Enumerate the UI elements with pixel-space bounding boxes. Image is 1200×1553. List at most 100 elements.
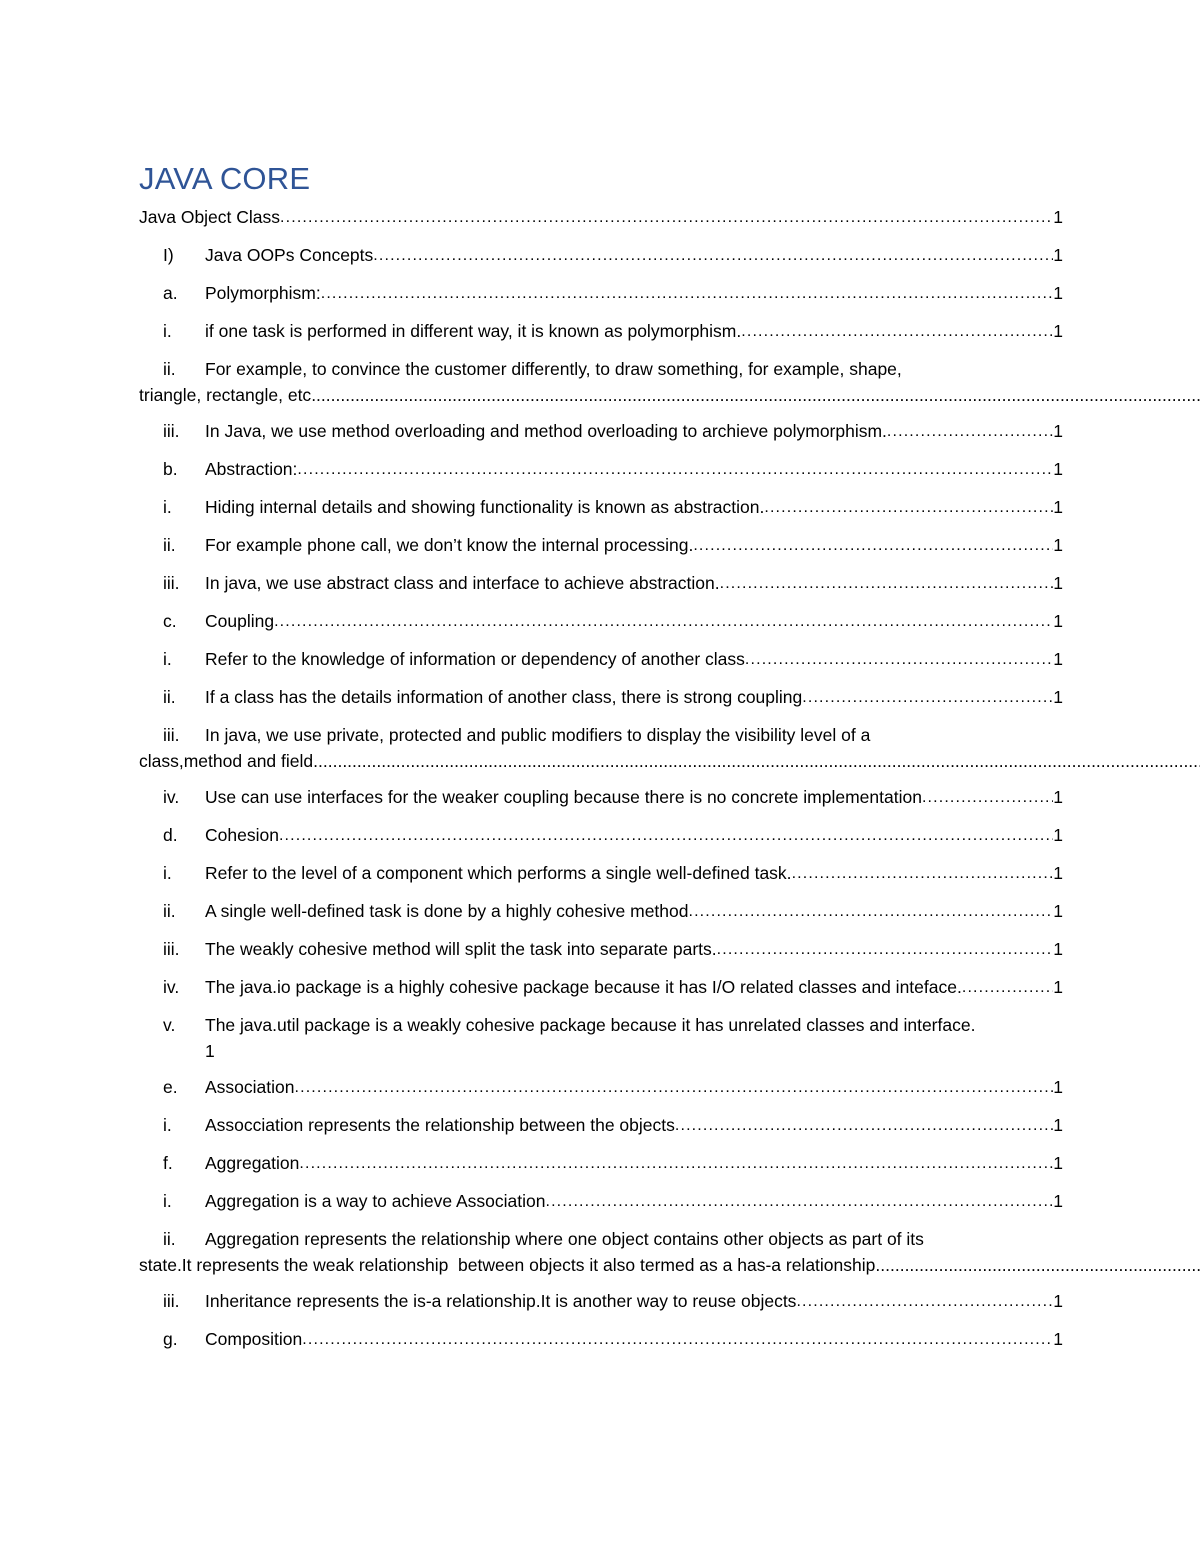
toc-entry[interactable]: iii. Inheritance represents the is-a rela… xyxy=(139,1288,1063,1316)
toc-entry-marker: i. xyxy=(163,1191,172,1211)
dot-leader: ........................................… xyxy=(791,865,1054,882)
toc-entry-line: iii. In Java, we use method overloading a… xyxy=(139,418,1063,446)
toc-entry-marker: e. xyxy=(163,1077,178,1097)
toc-page-number: 1 xyxy=(1053,1329,1063,1349)
toc-entry[interactable]: i. Refer to the knowledge of information … xyxy=(139,646,1063,674)
toc-entry[interactable]: a. Polymorphism:.........................… xyxy=(139,280,1063,308)
toc-entry-line: iii. Inheritance represents the is-a rela… xyxy=(139,1288,1063,1316)
dot-leader: ........................................… xyxy=(311,385,1200,405)
toc-entry-marker: a. xyxy=(163,283,178,303)
toc-page-number: 1 xyxy=(1053,573,1063,593)
toc-entry[interactable]: g. Composition...........................… xyxy=(139,1326,1063,1354)
toc-page-number: 1 xyxy=(1053,863,1063,883)
toc-entry[interactable]: ii. If a class has the details informatio… xyxy=(139,684,1063,712)
toc-page-number: 1 xyxy=(1053,939,1063,959)
toc-entry[interactable]: iv. Use can use interfaces for the weaker… xyxy=(139,784,1063,812)
toc-page-number: 1 xyxy=(1053,611,1063,631)
toc-entry-text: Aggregation xyxy=(205,1153,300,1173)
toc-entry-marker: i. xyxy=(163,321,172,341)
toc-entry[interactable]: iii. In Java, we use method overloading a… xyxy=(139,418,1063,446)
toc-entry[interactable]: ii. Aggregation represents the relationsh… xyxy=(139,1226,1200,1278)
toc-entry-marker: iii. xyxy=(163,573,180,593)
dot-leader: ........................................… xyxy=(693,537,1053,554)
toc-entry-text: Assocciation represents the relationship… xyxy=(205,1115,675,1135)
toc-entry-text: A single well-defined task is done by a … xyxy=(205,901,689,921)
toc-entry[interactable]: I) Java OOPs Concepts....................… xyxy=(139,242,1063,270)
toc-page-number: 1 xyxy=(1053,1077,1063,1097)
toc-page-number: 1 xyxy=(1053,649,1063,669)
toc-entry-line: Java Object Class.......................… xyxy=(139,204,1063,232)
toc-entry-text: if one task is performed in different wa… xyxy=(205,321,742,341)
toc-entry-marker: f. xyxy=(163,1153,173,1173)
toc-entry-text: Association xyxy=(205,1077,295,1097)
toc-entry-line: state.It represents the weak relationshi… xyxy=(139,1252,1200,1278)
dot-leader: ........................................… xyxy=(545,1193,1054,1210)
dot-leader: ........................................… xyxy=(373,247,1053,264)
dot-leader: ........................................… xyxy=(875,1255,1200,1275)
dot-leader: ........................................… xyxy=(921,789,1054,806)
dot-leader: ........................................… xyxy=(299,1155,1053,1172)
dot-leader: ........................................… xyxy=(719,575,1054,592)
toc-entry-marker: v. xyxy=(163,1015,176,1035)
toc-entry[interactable]: iii. In java, we use abstract class and i… xyxy=(139,570,1063,598)
toc-entry[interactable]: f. Aggregation...........................… xyxy=(139,1150,1063,1178)
toc-entry-line: i. Assocciation represents the relationsh… xyxy=(139,1112,1063,1140)
toc-entry-text: triangle, rectangle, etc xyxy=(139,385,312,405)
toc-entry[interactable]: i. Refer to the level of a component whic… xyxy=(139,860,1063,888)
dot-leader: ........................................… xyxy=(744,651,1053,668)
toc-page-number: 1 xyxy=(1053,901,1063,921)
toc-entry-text: Polymorphism: xyxy=(205,283,321,303)
toc-entry[interactable]: i. Hiding internal details and showing fu… xyxy=(139,494,1063,522)
toc-entry-marker: iv. xyxy=(163,787,180,807)
toc-entry-line: c. Coupling..............................… xyxy=(139,608,1063,636)
toc-entry-line: ii. Aggregation represents the relationsh… xyxy=(139,1226,1063,1252)
dot-leader: ........................................… xyxy=(741,323,1054,340)
toc-entry-text: For example, to convince the customer di… xyxy=(205,359,902,379)
toc-entry-text: In Java, we use method overloading and m… xyxy=(205,421,887,441)
toc-entry-line: iii. The weakly cohesive method will spli… xyxy=(139,936,1063,964)
toc-page-number: 1 xyxy=(1053,687,1063,707)
toc-entry[interactable]: c. Coupling..............................… xyxy=(139,608,1063,636)
toc-entry[interactable]: iii. In java, we use private, protected a… xyxy=(139,722,1200,774)
toc-entry[interactable]: ii. For example, to convince the customer… xyxy=(139,356,1200,408)
toc-entry-line: g. Composition...........................… xyxy=(139,1326,1063,1354)
toc-entry[interactable]: b. Abstraction:..........................… xyxy=(139,456,1063,484)
toc-entry[interactable]: iv. The java.io package is a highly cohes… xyxy=(139,974,1063,1002)
toc-entry[interactable]: ii. A single well-defined task is done by… xyxy=(139,898,1063,926)
toc-entry-line: ii. A single well-defined task is done by… xyxy=(139,898,1063,926)
toc-page-number: 1 xyxy=(1053,825,1063,845)
toc-entry-marker: iii. xyxy=(163,725,180,745)
toc-entry-text: In java, we use abstract class and inter… xyxy=(205,573,720,593)
toc-entry-line: iii. In java, we use private, protected a… xyxy=(139,722,1063,748)
dot-leader: ........................................… xyxy=(886,423,1053,440)
toc-entry-marker: i. xyxy=(163,649,172,669)
toc-entry[interactable]: i. Aggregation is a way to achieve Associ… xyxy=(139,1188,1063,1216)
toc-entry[interactable]: d. Cohesion..............................… xyxy=(139,822,1063,850)
toc-entry-marker: ii. xyxy=(163,535,176,555)
toc-page-number: 1 xyxy=(1053,1115,1063,1135)
page-title: JAVA CORE xyxy=(139,161,311,196)
toc-page-number: 1 xyxy=(1053,1191,1063,1211)
toc-entry[interactable]: iii. The weakly cohesive method will spli… xyxy=(139,936,1063,964)
toc-entry-text: The java.util package is a weakly cohesi… xyxy=(205,1015,976,1035)
toc-entry-line: v. The java.util package is a weakly cohe… xyxy=(139,1012,1063,1038)
toc-entry[interactable]: i. Assocciation represents the relationsh… xyxy=(139,1112,1063,1140)
toc-entry-marker: iii. xyxy=(163,421,180,441)
toc-entry-line: ii. For example phone call, we don’t know… xyxy=(139,532,1063,560)
toc-entry-text: Abstraction: xyxy=(205,459,298,479)
toc-entry-line: class,method and field..................… xyxy=(139,748,1200,774)
toc-entry-line: iii. In java, we use abstract class and i… xyxy=(139,570,1063,598)
toc-page-number: 1 xyxy=(205,1041,215,1061)
toc-entry-marker: ii. xyxy=(163,687,176,707)
toc-entry-marker: iii. xyxy=(163,1291,180,1311)
toc-entry[interactable]: e. Association...........................… xyxy=(139,1074,1063,1102)
toc-page-number: 1 xyxy=(1053,283,1063,303)
toc-entry[interactable]: ii. For example phone call, we don’t know… xyxy=(139,532,1063,560)
toc-entry[interactable]: i. if one task is performed in different … xyxy=(139,318,1063,346)
toc-entry-text: state.It represents the weak relationshi… xyxy=(139,1255,876,1275)
toc-entry[interactable]: Java Object Class.......................… xyxy=(139,204,1063,232)
toc-entry-line: iv. The java.io package is a highly cohes… xyxy=(139,974,1063,1002)
toc-page-number: 1 xyxy=(1053,245,1063,265)
toc-entry-text: In java, we use private, protected and p… xyxy=(205,725,871,745)
toc-entry[interactable]: v. The java.util package is a weakly cohe… xyxy=(139,1012,1063,1064)
